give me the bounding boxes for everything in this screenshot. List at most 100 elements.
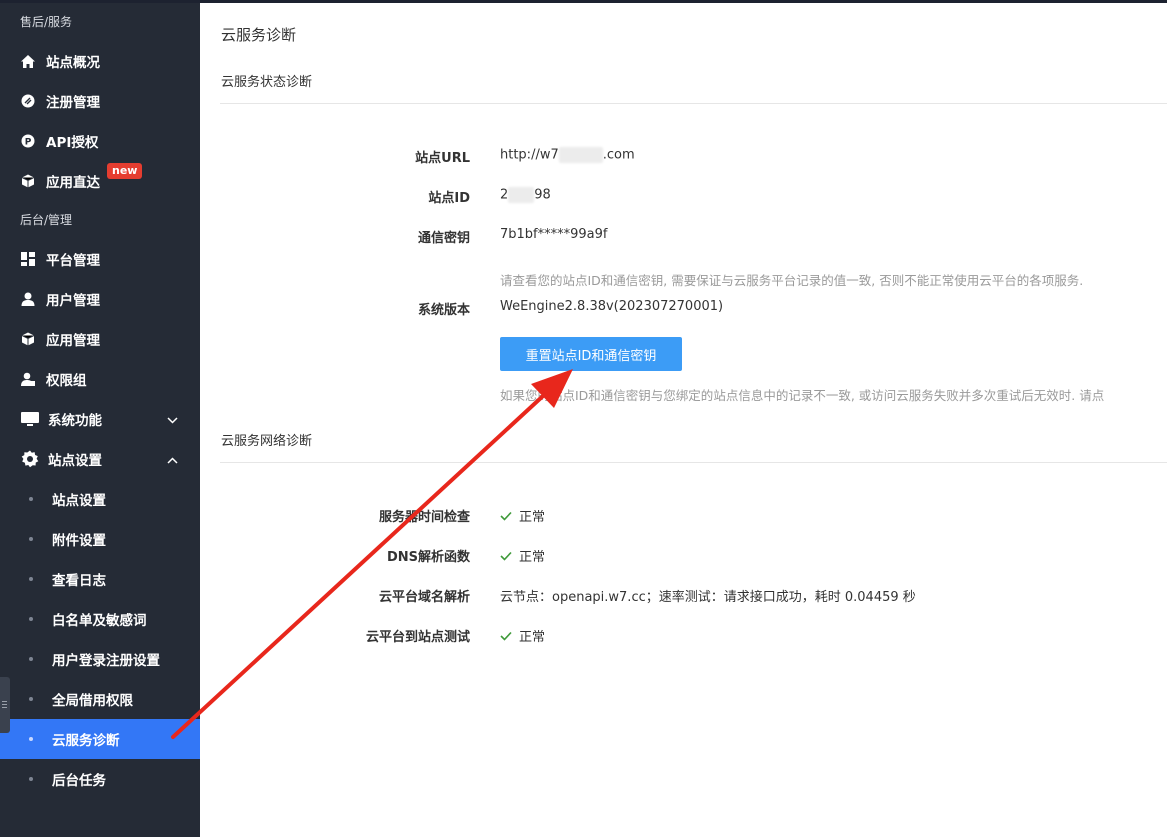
- sub-item-attachment-settings[interactable]: 附件设置: [0, 519, 200, 559]
- site-url-value: http://w7 .com: [500, 147, 635, 163]
- redacted-blur: [558, 147, 603, 163]
- version-value: WeEngine2.8.38v(202307270001): [500, 299, 724, 314]
- platform-to-site-label: 云平台到站点测试: [365, 630, 470, 645]
- bullet-dot: [29, 497, 33, 501]
- sidebar-item-users[interactable]: 用户管理: [0, 279, 200, 319]
- sidebar-item-label: 平台管理: [46, 253, 100, 269]
- secret-label: 通信密钥: [417, 231, 470, 246]
- main-content: 云服务诊断 云服务状态诊断 站点URL http://w7 .com 站点ID 2…: [200, 0, 1167, 837]
- user-group-icon: [20, 371, 36, 387]
- sub-item-label: 附件设置: [52, 533, 106, 549]
- sidebar-item-permission-group[interactable]: 权限组: [0, 359, 200, 399]
- site-url-suffix: .com: [602, 147, 635, 163]
- chevron-down-icon: [167, 413, 178, 428]
- sidebar-resize-handle[interactable]: [0, 677, 10, 733]
- sub-item-label: 后台任务: [52, 773, 106, 789]
- sub-item-site-settings[interactable]: 站点设置: [0, 479, 200, 519]
- cube-icon: [20, 173, 36, 189]
- site-id-suffix: 98: [534, 187, 551, 203]
- status-text: 正常: [519, 630, 546, 645]
- sidebar-item-apps[interactable]: 应用管理: [0, 319, 200, 359]
- gear-icon: [20, 450, 40, 468]
- status-text: 正常: [519, 550, 546, 565]
- new-badge: new: [107, 163, 143, 179]
- dns-function-label: DNS解析函数: [386, 550, 470, 565]
- secret-value: 7b1bf*****99a9f: [500, 227, 608, 242]
- sub-item-label: 全局借用权限: [52, 693, 133, 709]
- network-section-title: 云服务网络诊断: [221, 434, 313, 449]
- sub-item-login-register-settings[interactable]: 用户登录注册设置: [0, 639, 200, 679]
- bullet-dot: [29, 697, 33, 701]
- sub-item-global-borrow-permission[interactable]: 全局借用权限: [0, 679, 200, 719]
- bullet-dot: [29, 617, 33, 621]
- main-top-border: [200, 0, 1167, 3]
- sidebar-item-label: 注册管理: [46, 95, 100, 111]
- bullet-dot: [29, 537, 33, 541]
- sub-item-label: 站点设置: [52, 493, 106, 509]
- box-icon: [20, 331, 36, 347]
- sub-item-background-tasks[interactable]: 后台任务: [0, 759, 200, 799]
- sidebar-item-label: API授权: [46, 135, 99, 151]
- sidebar-item-register[interactable]: 注册管理: [0, 81, 200, 121]
- check-icon: [500, 511, 512, 521]
- domain-resolve-label: 云平台域名解析: [378, 590, 470, 605]
- bullet-dot: [29, 777, 33, 781]
- monitor-icon: [20, 411, 40, 427]
- sub-item-whitelist[interactable]: 白名单及敏感词: [0, 599, 200, 639]
- redacted-blur: [508, 187, 535, 203]
- register-icon: [20, 93, 36, 109]
- site-id-prefix: 2: [500, 187, 509, 203]
- status-text: 正常: [519, 510, 546, 525]
- server-time-check-value: 正常: [500, 506, 545, 525]
- sub-item-cloud-diagnosis[interactable]: 云服务诊断: [0, 719, 200, 759]
- chevron-up-icon: [167, 453, 178, 468]
- bullet-dot: [29, 657, 33, 661]
- bullet-dot: [29, 737, 33, 741]
- svg-text:P: P: [25, 138, 32, 148]
- check-icon: [500, 631, 512, 641]
- server-time-check-label: 服务器时间检查: [378, 510, 470, 525]
- version-label: 系统版本: [417, 303, 470, 318]
- reset-help-text: 如果您的站点ID和通信密钥与您绑定的站点信息中的记录不一致, 或访问云服务失败并…: [500, 388, 1105, 403]
- reset-site-id-secret-button[interactable]: 重置站点ID和通信密钥: [500, 337, 682, 371]
- section-title-service: 售后/服务: [20, 15, 73, 29]
- dns-function-value: 正常: [500, 546, 545, 565]
- sidebar-item-api[interactable]: P API授权: [0, 121, 200, 161]
- sidebar-item-app-direct[interactable]: 应用直达: [0, 161, 200, 201]
- sub-item-label: 用户登录注册设置: [52, 653, 160, 669]
- site-url-prefix: http://w7: [500, 147, 559, 163]
- sidebar-item-label: 权限组: [46, 373, 87, 389]
- user-icon: [20, 291, 36, 307]
- site-id-label: 站点ID: [428, 191, 470, 206]
- grid-icon: [20, 251, 36, 267]
- api-icon: P: [20, 133, 36, 149]
- page-title: 云服务诊断: [221, 26, 297, 44]
- platform-to-site-value: 正常: [500, 626, 545, 645]
- divider: [220, 103, 1167, 104]
- sub-item-view-logs[interactable]: 查看日志: [0, 559, 200, 599]
- sidebar-item-platform[interactable]: 平台管理: [0, 239, 200, 279]
- sidebar-item-system[interactable]: 系统功能: [0, 399, 200, 439]
- divider: [220, 462, 1167, 463]
- sidebar-item-label: 站点设置: [48, 453, 102, 469]
- sidebar-item-site-settings[interactable]: 站点设置: [0, 439, 200, 479]
- site-url-label: 站点URL: [415, 151, 470, 166]
- sub-item-label: 白名单及敏感词: [52, 613, 147, 629]
- domain-resolve-value: 云节点：openapi.w7.cc；速率测试：请求接口成功，耗时 0.04459…: [500, 590, 916, 605]
- sidebar-item-label: 应用管理: [46, 333, 100, 349]
- bullet-dot: [29, 577, 33, 581]
- sidebar-top-border: [0, 0, 200, 3]
- status-section-title: 云服务状态诊断: [221, 75, 313, 90]
- section-title-admin: 后台/管理: [20, 213, 73, 227]
- sidebar-item-label: 应用直达: [46, 175, 100, 191]
- sidebar-item-label: 站点概况: [46, 55, 100, 71]
- secret-help-text: 请查看您的站点ID和通信密钥, 需要保证与云服务平台记录的值一致, 否则不能正常…: [500, 273, 1084, 288]
- sidebar-item-label: 用户管理: [46, 293, 100, 309]
- site-id-value: 2 98: [500, 187, 551, 203]
- sidebar-item-site-overview[interactable]: 站点概况: [0, 41, 200, 81]
- sidebar-item-label: 系统功能: [48, 413, 102, 429]
- sub-item-label: 云服务诊断: [52, 733, 120, 749]
- sub-item-label: 查看日志: [52, 573, 106, 589]
- sidebar: 售后/服务 站点概况 注册管理 P API授权 应用直达 new 后台/管理 平…: [0, 0, 200, 837]
- check-icon: [500, 551, 512, 561]
